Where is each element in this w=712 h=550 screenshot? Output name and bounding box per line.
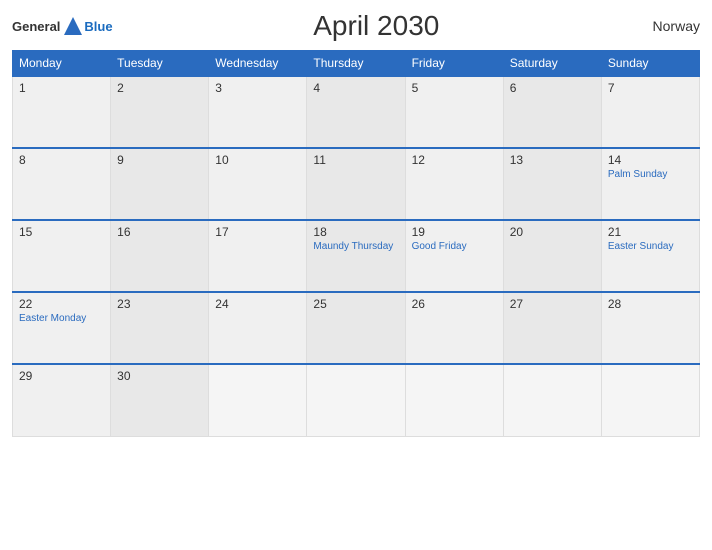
table-row: 12 bbox=[405, 148, 503, 220]
day-number: 26 bbox=[412, 297, 497, 311]
day-number: 25 bbox=[313, 297, 398, 311]
table-row: 28 bbox=[601, 292, 699, 364]
week-row-5: 29 30 bbox=[13, 364, 700, 436]
table-row: 23 bbox=[111, 292, 209, 364]
week-row-2: 89 10 11 12 13 14 Palm Sunday bbox=[13, 148, 700, 220]
table-row bbox=[405, 364, 503, 436]
holiday-label: Maundy Thursday bbox=[313, 241, 398, 252]
table-row: 17 bbox=[209, 220, 307, 292]
col-tuesday: Tuesday bbox=[111, 51, 209, 77]
table-row: 3 bbox=[209, 76, 307, 148]
table-row: 19 Good Friday bbox=[405, 220, 503, 292]
table-row: 2 bbox=[111, 76, 209, 148]
holiday-label: Good Friday bbox=[412, 241, 497, 252]
table-row: 20 bbox=[503, 220, 601, 292]
day-number: 7 bbox=[608, 81, 693, 95]
day-number: 20 bbox=[510, 225, 595, 239]
col-sunday: Sunday bbox=[601, 51, 699, 77]
day-number: 11 bbox=[313, 153, 398, 167]
calendar-title: April 2030 bbox=[113, 10, 640, 42]
table-row: 10 bbox=[209, 148, 307, 220]
col-thursday: Thursday bbox=[307, 51, 405, 77]
day-number: 3 bbox=[215, 81, 300, 95]
table-row: 13 bbox=[503, 148, 601, 220]
day-number: 30 bbox=[117, 369, 202, 383]
holiday-label: Palm Sunday bbox=[608, 169, 693, 180]
day-number: 14 bbox=[608, 153, 693, 167]
table-row bbox=[307, 364, 405, 436]
country-label: Norway bbox=[640, 18, 700, 34]
holiday-label: Easter Monday bbox=[19, 313, 104, 324]
table-row: 22 Easter Monday bbox=[13, 292, 111, 364]
table-row: 6 bbox=[503, 76, 601, 148]
day-number: 2 bbox=[117, 81, 202, 95]
calendar-page: General Blue April 2030 Norway Monday Tu… bbox=[0, 0, 712, 550]
table-row: 25 bbox=[307, 292, 405, 364]
day-number: 29 bbox=[19, 369, 104, 383]
table-row: 5 bbox=[405, 76, 503, 148]
day-number: 9 bbox=[117, 153, 202, 167]
table-row: 9 bbox=[111, 148, 209, 220]
day-number: 27 bbox=[510, 297, 595, 311]
day-number: 23 bbox=[117, 297, 202, 311]
week-row-4: 22 Easter Monday 23 24 25 26 27 28 bbox=[13, 292, 700, 364]
day-number: 22 bbox=[19, 297, 104, 311]
day-number: 13 bbox=[510, 153, 595, 167]
col-monday: Monday bbox=[13, 51, 111, 77]
table-row: 24 bbox=[209, 292, 307, 364]
logo-icon bbox=[62, 15, 84, 37]
day-number: 8 bbox=[19, 153, 104, 167]
table-row bbox=[601, 364, 699, 436]
day-number: 4 bbox=[313, 81, 398, 95]
col-saturday: Saturday bbox=[503, 51, 601, 77]
table-row: 18 Maundy Thursday bbox=[307, 220, 405, 292]
day-number: 6 bbox=[510, 81, 595, 95]
table-row: 21 Easter Sunday bbox=[601, 220, 699, 292]
day-number: 28 bbox=[608, 297, 693, 311]
week-row-3: 15 16 17 18 Maundy Thursday 19 Good Friday 20 21… bbox=[13, 220, 700, 292]
table-row: 16 bbox=[111, 220, 209, 292]
logo-general-text: General bbox=[12, 19, 60, 34]
day-number: 12 bbox=[412, 153, 497, 167]
table-row: 7 bbox=[601, 76, 699, 148]
table-row: 30 bbox=[111, 364, 209, 436]
table-row: 15 bbox=[13, 220, 111, 292]
day-number: 21 bbox=[608, 225, 693, 239]
table-row: 8 bbox=[13, 148, 111, 220]
day-number: 24 bbox=[215, 297, 300, 311]
calendar-table: Monday Tuesday Wednesday Thursday Friday… bbox=[12, 50, 700, 437]
day-number: 18 bbox=[313, 225, 398, 239]
table-row bbox=[503, 364, 601, 436]
col-wednesday: Wednesday bbox=[209, 51, 307, 77]
table-row: 4 bbox=[307, 76, 405, 148]
day-number: 19 bbox=[412, 225, 497, 239]
day-number: 17 bbox=[215, 225, 300, 239]
logo: General Blue bbox=[12, 15, 113, 37]
holiday-label: Easter Sunday bbox=[608, 241, 693, 252]
day-number: 5 bbox=[412, 81, 497, 95]
day-number: 10 bbox=[215, 153, 300, 167]
day-number: 1 bbox=[19, 81, 104, 95]
table-row: 26 bbox=[405, 292, 503, 364]
day-number: 16 bbox=[117, 225, 202, 239]
col-friday: Friday bbox=[405, 51, 503, 77]
table-row: 27 bbox=[503, 292, 601, 364]
table-row bbox=[209, 364, 307, 436]
table-row: 1 bbox=[13, 76, 111, 148]
weekday-header-row: Monday Tuesday Wednesday Thursday Friday… bbox=[13, 51, 700, 77]
logo-blue-text: Blue bbox=[84, 19, 112, 34]
table-row: 29 bbox=[13, 364, 111, 436]
table-row: 11 bbox=[307, 148, 405, 220]
week-row-1: 1234567 bbox=[13, 76, 700, 148]
day-number: 15 bbox=[19, 225, 104, 239]
header: General Blue April 2030 Norway bbox=[12, 10, 700, 42]
table-row: 14 Palm Sunday bbox=[601, 148, 699, 220]
